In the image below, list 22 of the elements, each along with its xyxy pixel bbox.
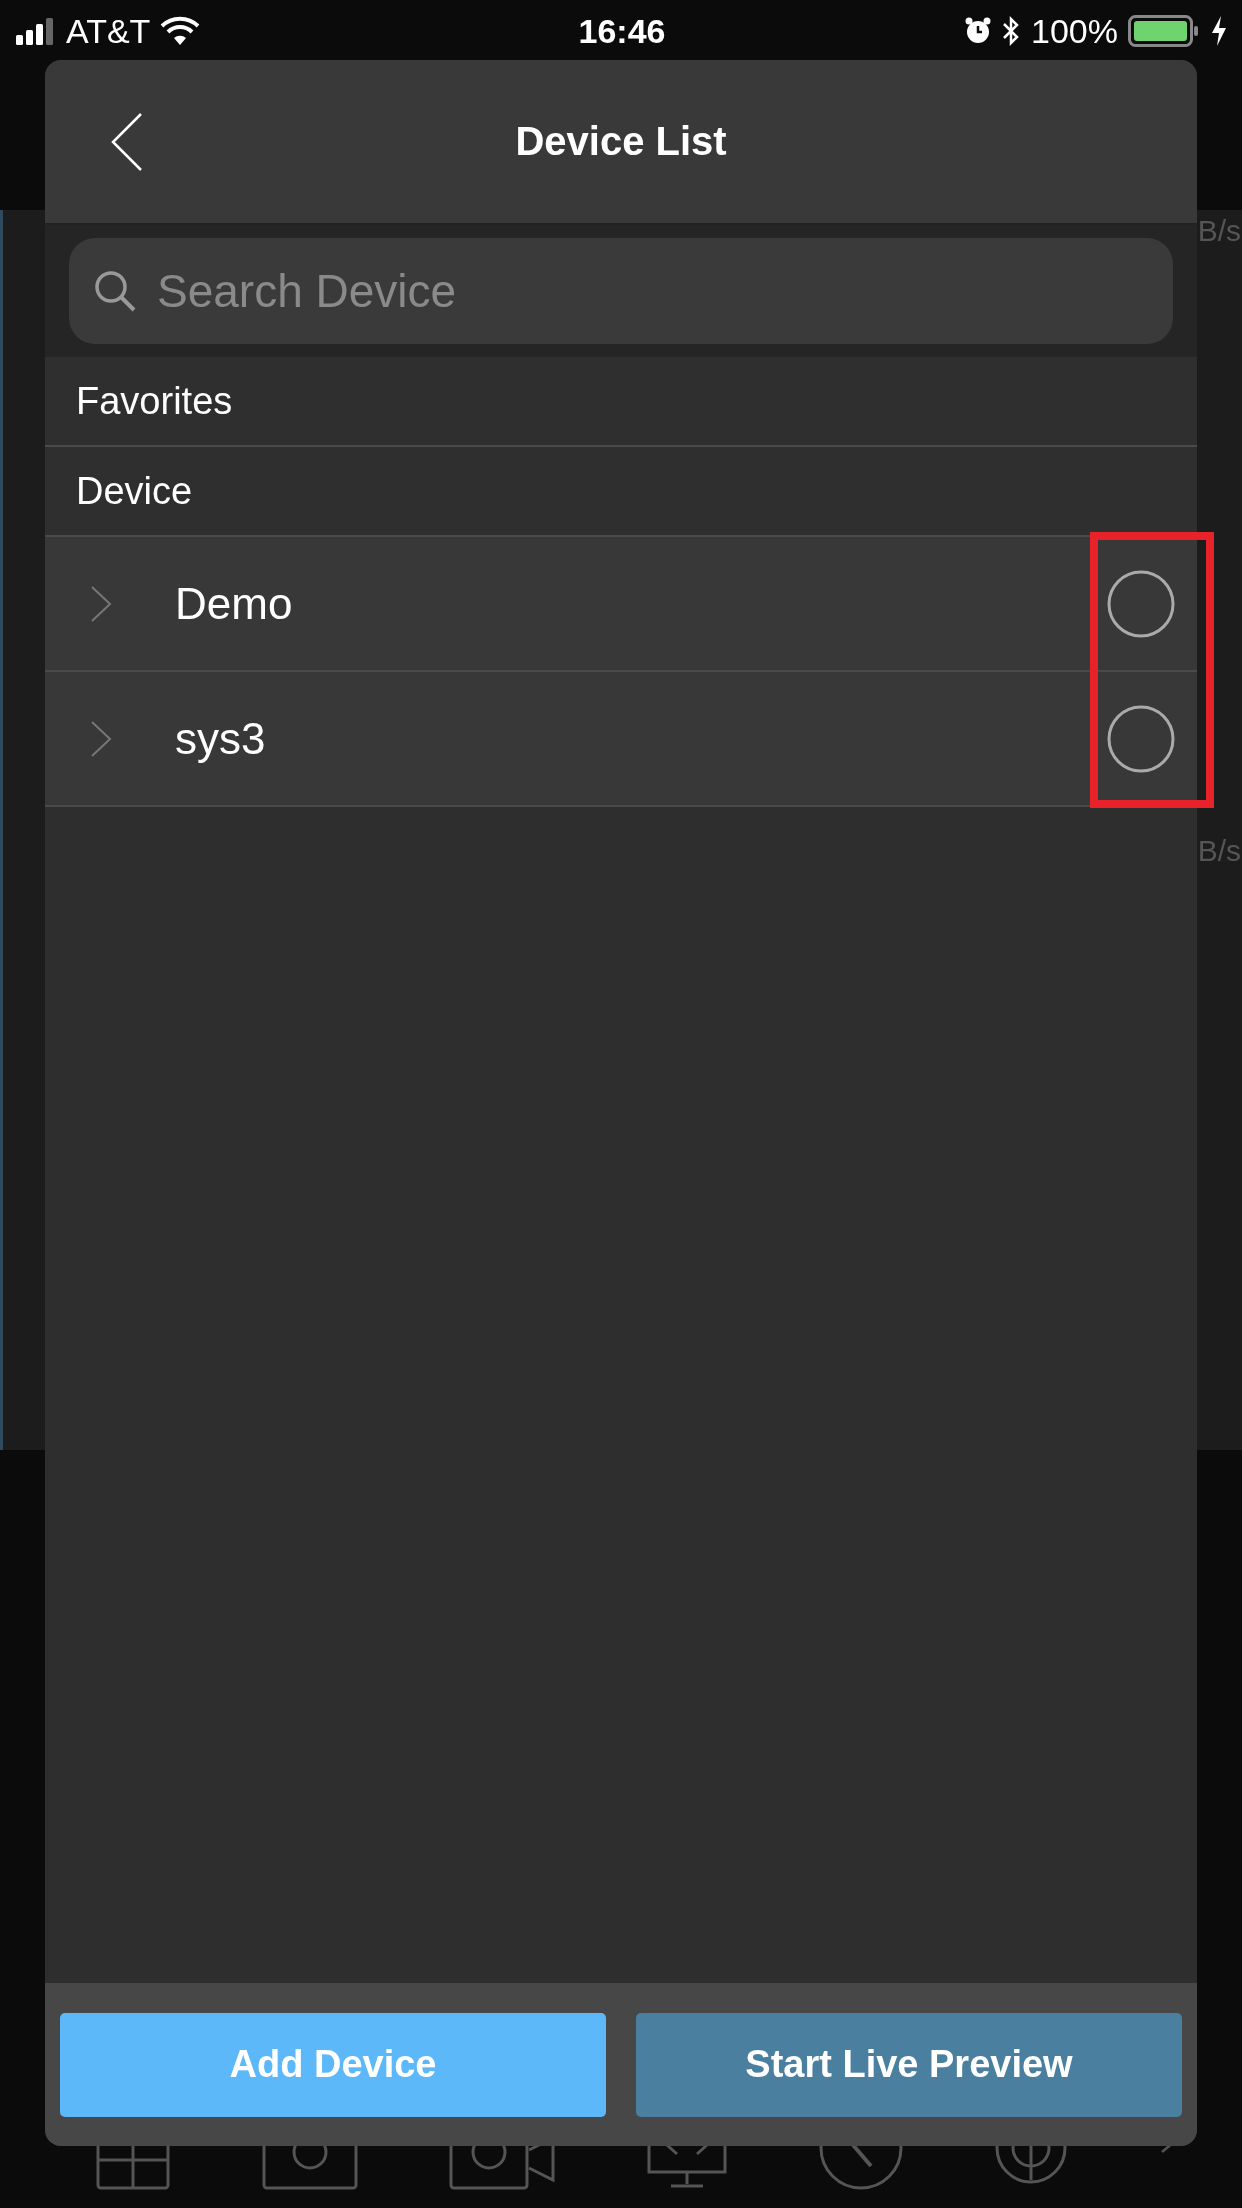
alarm-icon	[965, 17, 992, 45]
search-icon	[93, 269, 137, 313]
device-name: Demo	[175, 578, 294, 629]
battery-percent: 100%	[1031, 11, 1118, 51]
speed-label: B/s	[1197, 214, 1241, 248]
device-row[interactable]: sys3	[45, 672, 1197, 807]
carrier: AT&T	[66, 11, 151, 51]
device-row[interactable]: Demo	[45, 537, 1197, 672]
battery-icon	[1128, 15, 1200, 47]
charging-icon	[1210, 15, 1228, 47]
chevron-icon[interactable]	[89, 583, 113, 624]
signal-icon	[16, 17, 56, 45]
search-field[interactable]: Search Device	[69, 238, 1173, 344]
speed-label: B/s	[1197, 834, 1241, 868]
panel-title: Device List	[515, 119, 727, 164]
radio-button[interactable]	[1107, 569, 1175, 638]
wifi-icon	[160, 16, 201, 46]
action-button[interactable]: Start Live Preview	[636, 2012, 1182, 2117]
radio-button[interactable]	[1107, 704, 1175, 773]
chevron-icon[interactable]	[89, 718, 113, 759]
clock-time: 16:46	[578, 11, 666, 51]
device-name: sys3	[175, 713, 267, 764]
